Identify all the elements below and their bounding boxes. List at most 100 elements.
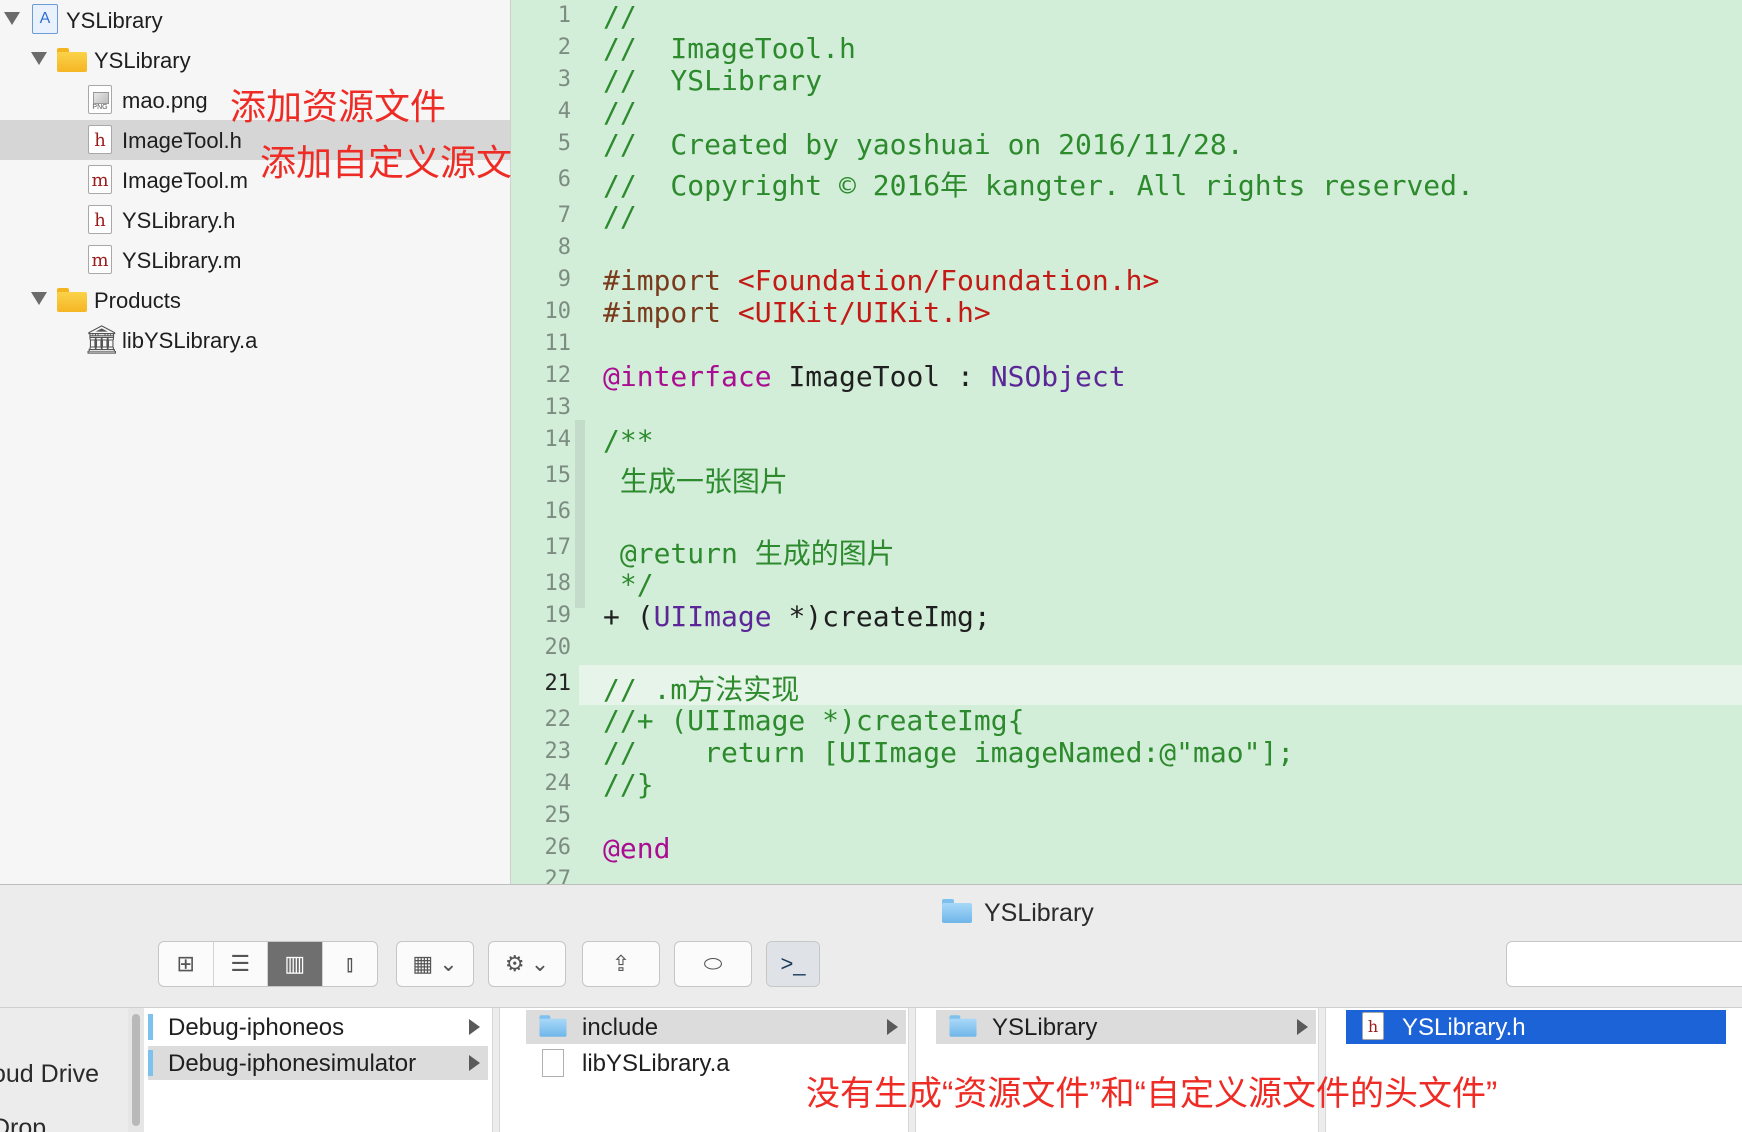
code-line-4[interactable]: //: [603, 96, 637, 129]
code-line-24[interactable]: //}: [603, 768, 654, 801]
png-file-icon: PNG: [88, 85, 112, 114]
code-line-17[interactable]: @return 生成的图片: [603, 532, 895, 572]
line-number: 27: [544, 867, 572, 884]
share-button[interactable]: ⇪: [582, 941, 660, 987]
annotation-add-resource: 添加资源文件: [230, 86, 447, 127]
list-item-label: YSLibrary: [992, 1014, 1098, 1041]
line-number: 9: [557, 267, 571, 292]
nav-item-products[interactable]: Products: [0, 280, 510, 320]
tag-button[interactable]: ⬭: [674, 941, 752, 987]
code-line-6[interactable]: // Copyright © 2016年 kangter. All rights…: [603, 164, 1474, 204]
folder-icon: [148, 1050, 153, 1076]
code-line-12[interactable]: @interface ImageTool : NSObject: [603, 360, 1126, 393]
document-icon: [542, 1049, 564, 1077]
column-view-icon[interactable]: ▥: [268, 942, 323, 986]
line-number: 1: [557, 3, 571, 28]
arrange-button[interactable]: ▦ ⌄: [396, 941, 474, 987]
share-icon: ⇪: [611, 951, 631, 976]
line-number: 26: [544, 835, 572, 860]
cover-flow-icon[interactable]: ⫾: [323, 942, 377, 986]
line-number: 17: [544, 535, 572, 560]
disclosure-triangle-icon[interactable]: [31, 52, 47, 65]
code-line-22[interactable]: //+ (UIImage *)createImg{: [603, 704, 1024, 737]
line-number: 18: [544, 571, 572, 596]
folder-icon: [57, 48, 87, 72]
import-path: <UIKit/UIKit.h>: [737, 296, 991, 329]
code-line-9[interactable]: #import <Foundation/Foundation.h>: [603, 264, 1159, 297]
line-number: 24: [544, 771, 572, 796]
import-path: <Foundation/Foundation.h>: [737, 264, 1160, 297]
line-number: 3: [557, 67, 571, 92]
list-item[interactable]: YSLibrary: [936, 1010, 1316, 1044]
import-directive: #import: [603, 296, 722, 329]
line-number: 14: [544, 427, 572, 452]
nav-item-label: YSLibrary: [94, 48, 191, 73]
line-number: 13: [544, 395, 572, 420]
code-line-10[interactable]: #import <UIKit/UIKit.h>: [603, 296, 991, 329]
code-line-1[interactable]: //: [603, 0, 637, 33]
return-type: UIImage: [653, 600, 772, 633]
code-line-3[interactable]: // YSLibrary: [603, 64, 822, 97]
action-button[interactable]: ⚙ ⌄: [488, 941, 566, 987]
nav-item-label: ImageTool.m: [122, 168, 248, 193]
chevron-right-icon: [469, 1019, 480, 1035]
sidebar-scrollbar[interactable]: [128, 1008, 144, 1132]
folder-icon: [148, 1014, 153, 1040]
sidebar-item-icloud-drive[interactable]: oud Drive: [0, 1060, 99, 1089]
list-item-label: YSLibrary.h: [1402, 1014, 1526, 1041]
nav-item-yslibrary-h[interactable]: h YSLibrary.h: [0, 200, 510, 240]
h-file-icon: h: [88, 125, 112, 154]
line-number: 2: [557, 35, 571, 60]
nav-item-libyslibrary-a[interactable]: 🏛 libYSLibrary.a: [0, 320, 510, 360]
terminal-button[interactable]: >_: [766, 941, 820, 987]
method-signature: *)createImg;: [771, 600, 991, 633]
code-line-26[interactable]: @end: [603, 832, 670, 865]
arrange-icon: ▦ ⌄: [412, 951, 458, 976]
icon-view-icon[interactable]: ⊞: [159, 942, 214, 986]
line-number: 19: [544, 603, 572, 628]
code-line-2[interactable]: // ImageTool.h: [603, 32, 856, 65]
list-item[interactable]: Debug-iphonesimulator: [148, 1046, 488, 1080]
disclosure-triangle-icon[interactable]: [31, 292, 47, 305]
code-line-5[interactable]: // Created by yaoshuai on 2016/11/28.: [603, 128, 1244, 161]
line-number: 6: [557, 167, 571, 192]
list-item[interactable]: h YSLibrary.h: [1346, 1010, 1726, 1044]
column-browser: oud Drive Drop Debug-iphoneos Debug-ipho…: [0, 1007, 1742, 1132]
finder-sidebar: oud Drive Drop: [0, 1008, 128, 1132]
import-directive: #import: [603, 264, 722, 297]
chevron-right-icon: [887, 1019, 898, 1035]
list-item[interactable]: Debug-iphoneos: [148, 1010, 488, 1044]
nav-item-label: YSLibrary.m: [122, 248, 242, 273]
list-item[interactable]: include: [526, 1010, 906, 1044]
m-file-icon: m: [88, 245, 112, 274]
xcode-project-icon: A: [32, 4, 58, 34]
code-line-21[interactable]: // .m方法实现: [603, 668, 799, 708]
disclosure-triangle-icon[interactable]: [4, 12, 20, 25]
gear-icon: ⚙ ⌄: [504, 951, 550, 976]
class-name: ImageTool: [788, 360, 941, 393]
nav-item-label: Products: [94, 288, 181, 313]
code-line-7[interactable]: //: [603, 200, 637, 233]
column-divider[interactable]: [492, 1008, 500, 1132]
list-view-icon[interactable]: ☰: [214, 942, 268, 986]
line-number: 25: [544, 803, 572, 828]
colon: :: [957, 360, 974, 393]
terminal-icon: >_: [767, 942, 819, 986]
code-line-19[interactable]: + (UIImage *)createImg;: [603, 600, 991, 633]
nav-item-yslibrary-m[interactable]: m YSLibrary.m: [0, 240, 510, 280]
folder-icon: [539, 1015, 567, 1037]
project-navigator: A YSLibrary YSLibrary PNG mao.png h Imag…: [0, 0, 511, 884]
folder-icon: [949, 1015, 977, 1037]
nav-item-project[interactable]: A YSLibrary: [0, 0, 510, 40]
nav-item-group-yslibrary[interactable]: YSLibrary: [0, 40, 510, 80]
nav-item-label: YSLibrary.h: [122, 208, 236, 233]
tag-icon: ⬭: [703, 951, 723, 976]
code-line-23[interactable]: // return [UIImage imageNamed:@"mao"];: [603, 736, 1294, 769]
code-line-18[interactable]: */: [603, 568, 654, 601]
code-line-15[interactable]: 生成一张图片: [603, 460, 788, 500]
code-editor[interactable]: 1 2 3 4 5 6 7 8 9 10 11 12 13 14 15 16 1…: [511, 0, 1742, 884]
sidebar-item-airdrop[interactable]: Drop: [0, 1114, 46, 1132]
code-fold-ribbon[interactable]: [575, 420, 585, 608]
search-input[interactable]: [1506, 941, 1742, 987]
code-line-14[interactable]: /**: [603, 424, 654, 457]
